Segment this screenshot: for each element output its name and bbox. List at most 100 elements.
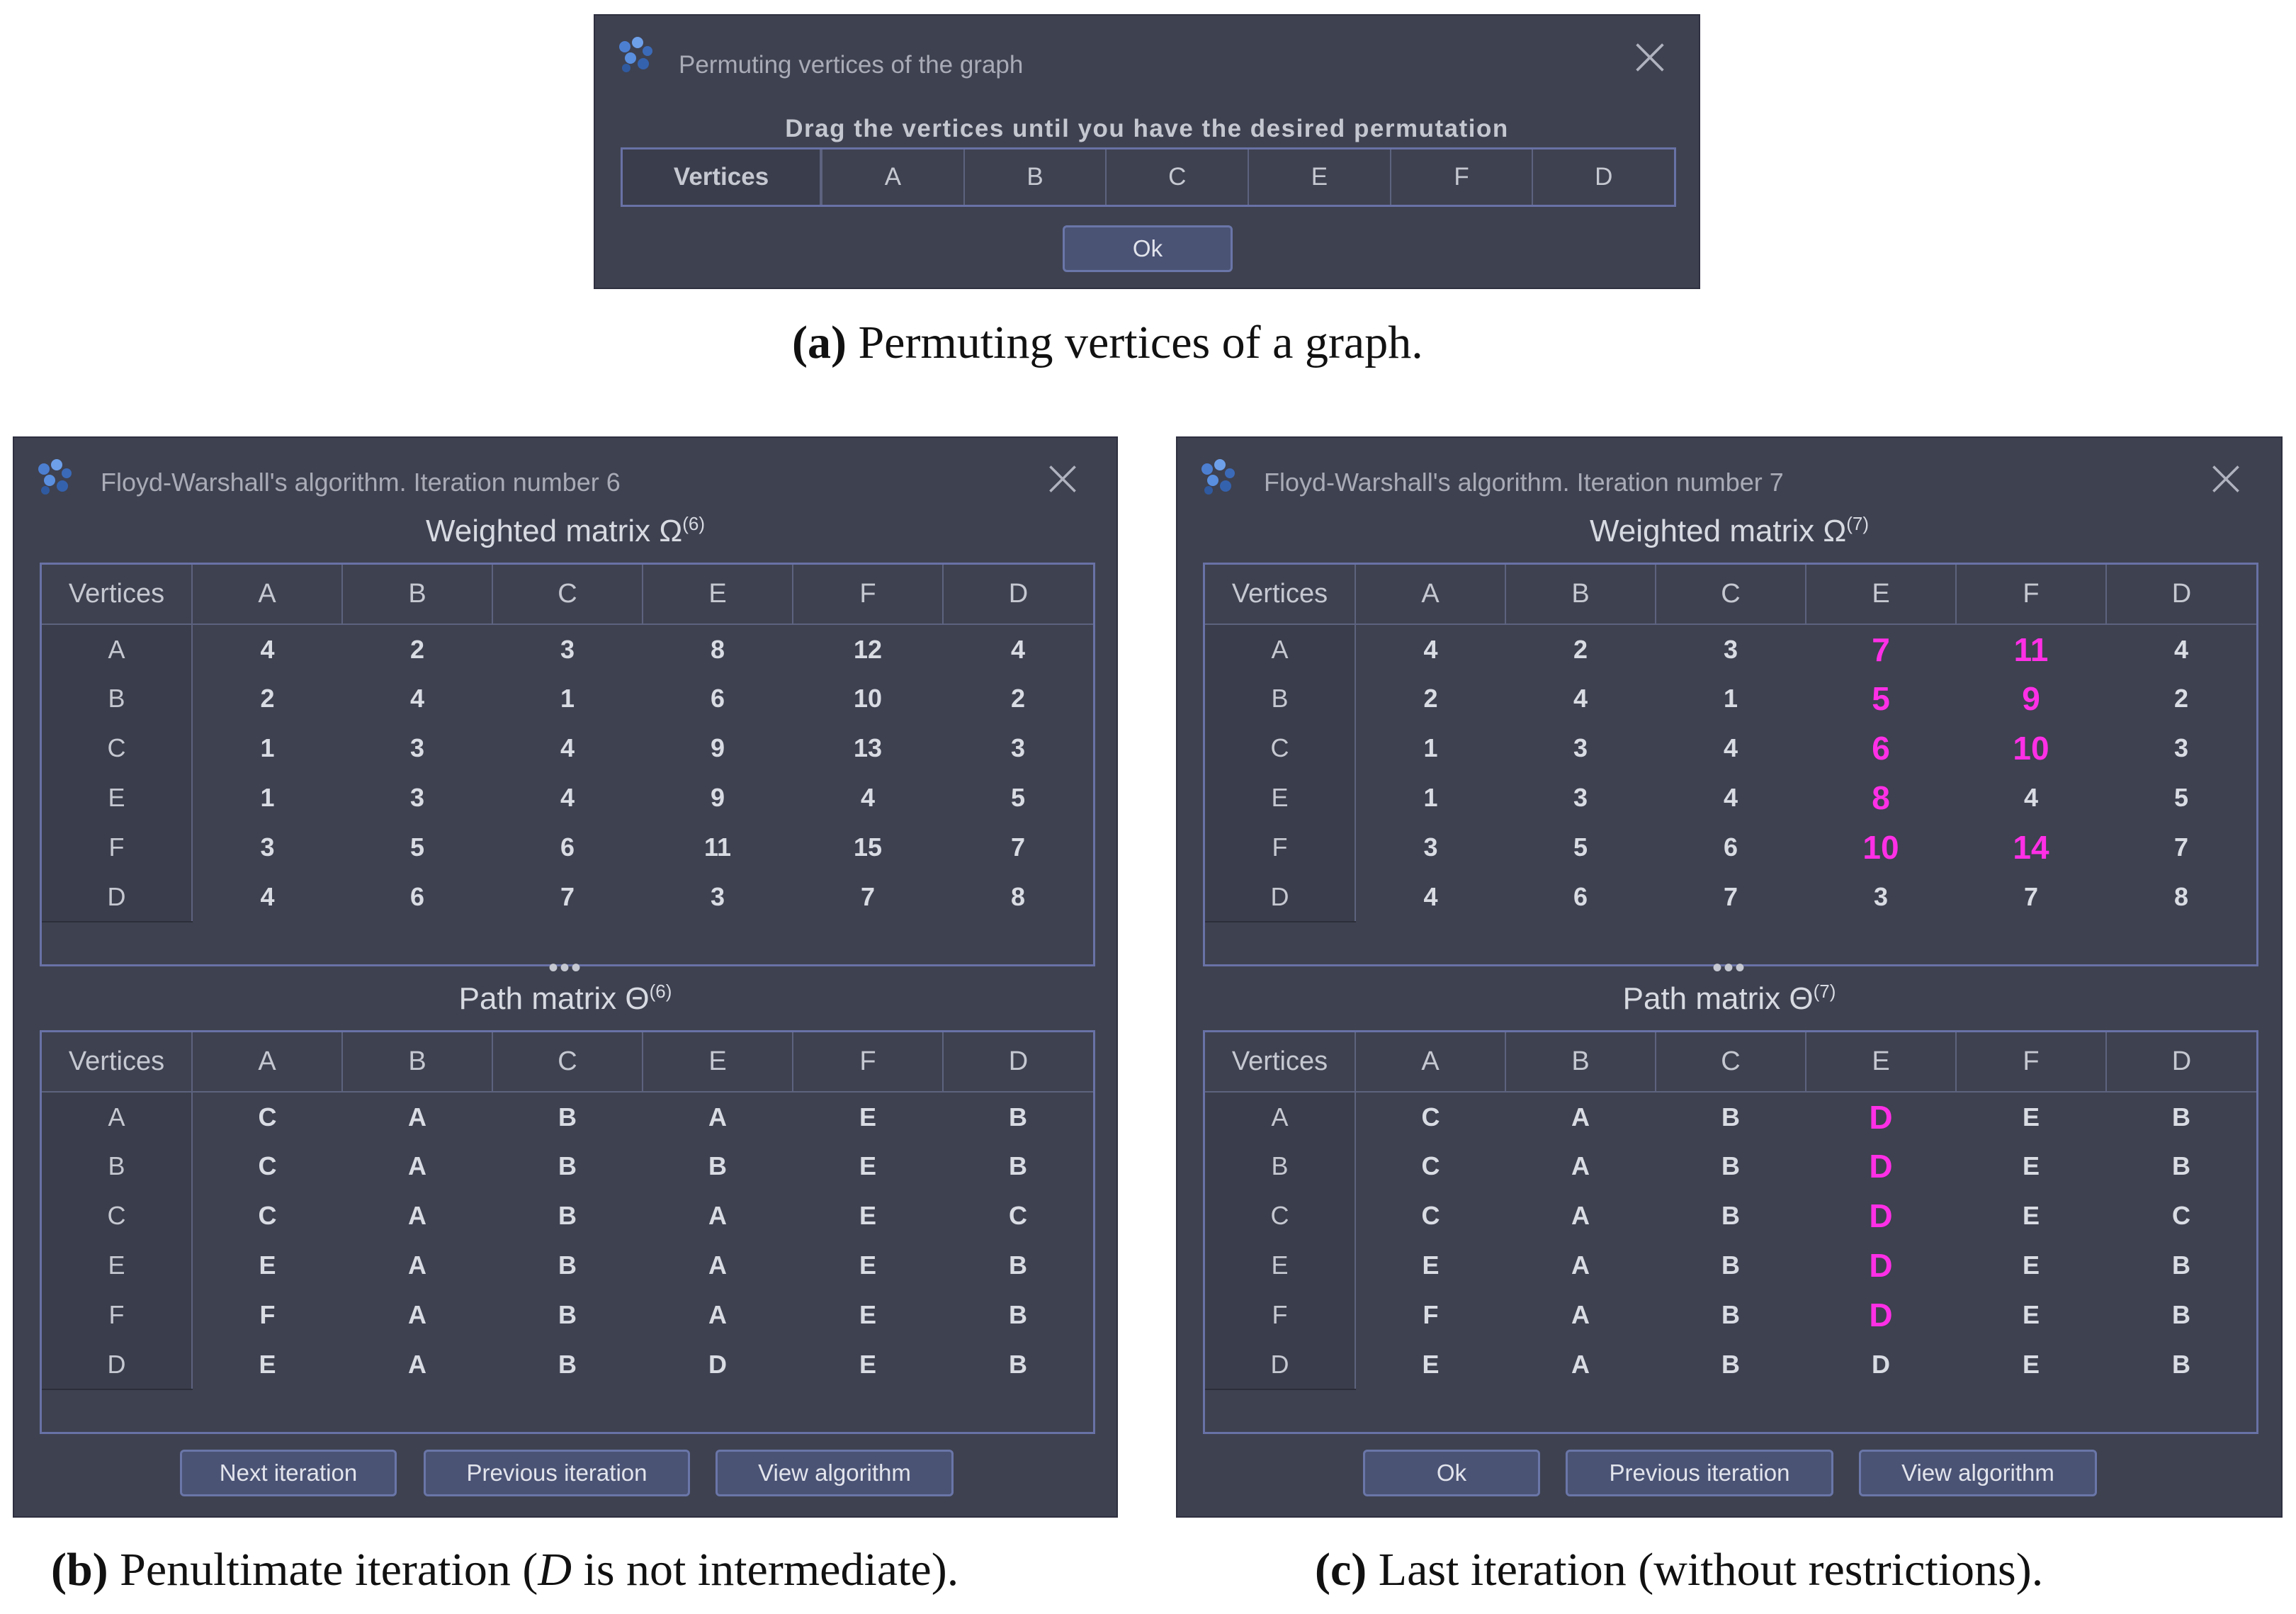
- header-row: Vertices A B C E F D: [42, 565, 1093, 625]
- matrix-cell: E: [859, 1300, 876, 1329]
- matrix-cell: C: [2172, 1201, 2190, 1230]
- matrix-cell: E: [2022, 1300, 2040, 1329]
- app-cube-icon: [1201, 459, 1235, 495]
- splitter-handle[interactable]: •••: [14, 954, 1116, 982]
- matrix-cell: A: [1571, 1151, 1590, 1180]
- matrix-cell: 1: [560, 684, 575, 713]
- path-matrix-table: Vertices A B C E F D A C A B D E B B C A B D E B C C A B D E C E E A B D…: [1203, 1030, 2258, 1434]
- draggable-vertex[interactable]: F: [1389, 149, 1532, 205]
- weighted-matrix-table: Vertices A B C E F D A 4 2 3 7 11 4 B 2 4 1 5 9 2 C 1 3 4 6 10 3 E 1 3…: [1203, 563, 2258, 966]
- iteration-window-7: Floyd-Warshall's algorithm. Iteration nu…: [1176, 436, 2283, 1518]
- matrix-cell: 4: [2023, 783, 2039, 812]
- matrix-cell: E: [859, 1251, 876, 1280]
- matrix-cell: B: [1009, 1102, 1027, 1132]
- column-header: B: [342, 565, 493, 625]
- path-matrix-superscript: (7): [1813, 981, 1836, 1002]
- weighted-matrix-label: Weighted matrix Ω: [1590, 514, 1847, 548]
- matrix-cell: 7: [1723, 882, 1738, 911]
- column-header: E: [1806, 1032, 1957, 1093]
- iteration-window-6: Floyd-Warshall's algorithm. Iteration nu…: [13, 436, 1118, 1518]
- row-header: E: [1205, 1241, 1356, 1290]
- matrix-cell: 3: [1573, 783, 1588, 812]
- matrix-cell: D: [1869, 1197, 1893, 1234]
- close-icon[interactable]: [1047, 463, 1078, 495]
- vertices-header: Vertices: [623, 149, 822, 205]
- column-header: F: [1956, 1032, 2107, 1093]
- ok-button[interactable]: Ok: [1063, 225, 1233, 272]
- table-row: D 4 6 7 3 7 8: [1205, 872, 2256, 922]
- splitter-handle[interactable]: •••: [1177, 954, 2281, 982]
- matrix-cell: B: [1721, 1102, 1740, 1132]
- close-icon[interactable]: [1634, 41, 1666, 74]
- matrix-cell: 2: [260, 684, 275, 713]
- matrix-cell: 3: [409, 733, 425, 762]
- header-row: Vertices A B C E F D: [1205, 565, 2256, 625]
- draggable-vertex[interactable]: A: [821, 149, 963, 205]
- matrix-cell: 4: [1723, 783, 1738, 812]
- matrix-cell: 2: [409, 634, 425, 664]
- caption-label: (a): [792, 317, 847, 368]
- header-row: Vertices A B C E F D: [42, 1032, 1093, 1093]
- matrix-cell: E: [2022, 1201, 2040, 1230]
- matrix-cell: B: [1721, 1201, 1740, 1230]
- draggable-vertex[interactable]: C: [1105, 149, 1248, 205]
- app-cube-icon: [619, 37, 652, 72]
- view-algorithm-button[interactable]: View algorithm: [1859, 1450, 2097, 1496]
- caption-italic: D: [538, 1544, 572, 1596]
- table-row: BCABDEB: [1205, 1141, 2256, 1191]
- matrix-cell: 8: [1010, 882, 1026, 911]
- window-title: Floyd-Warshall's algorithm. Iteration nu…: [1264, 468, 1784, 497]
- table-row: CCABAEC: [42, 1191, 1093, 1241]
- matrix-cell: 3: [1010, 733, 1026, 762]
- title-bar[interactable]: Floyd-Warshall's algorithm. Iteration nu…: [1177, 438, 2281, 512]
- column-header: A: [1355, 1032, 1506, 1093]
- window-title: Floyd-Warshall's algorithm. Iteration nu…: [101, 468, 621, 497]
- row-header: D: [1205, 872, 1356, 922]
- column-header: B: [342, 1032, 493, 1093]
- weighted-matrix-label: Weighted matrix Ω: [426, 514, 683, 548]
- matrix-cell: 2: [1423, 684, 1438, 713]
- next-iteration-button[interactable]: Next iteration: [180, 1450, 397, 1496]
- matrix-cell: A: [1571, 1201, 1590, 1230]
- matrix-cell: 9: [710, 733, 725, 762]
- app-cube-icon: [38, 459, 72, 495]
- matrix-cell: 2: [1573, 634, 1588, 664]
- row-header: E: [42, 773, 193, 823]
- title-bar[interactable]: Permuting vertices of the graph: [595, 16, 1699, 89]
- table-row: C 1 3 4 6 10 3: [1205, 723, 2256, 773]
- close-icon[interactable]: [2210, 463, 2241, 495]
- matrix-cell: E: [859, 1151, 876, 1180]
- matrix-cell: 6: [710, 684, 725, 713]
- matrix-cell: 1: [1423, 783, 1438, 812]
- matrix-cell: 4: [1573, 684, 1588, 713]
- matrix-cell: 6: [1573, 882, 1588, 911]
- row-header: C: [1205, 723, 1356, 773]
- path-matrix-title: Path matrix Θ(6): [14, 981, 1116, 1017]
- matrix-cell: 5: [409, 833, 425, 862]
- table-row: DEABDEB: [42, 1340, 1093, 1390]
- matrix-cell: A: [1571, 1350, 1590, 1379]
- vertices-column-header: Vertices: [1205, 1032, 1356, 1093]
- column-header: C: [1656, 565, 1806, 625]
- matrix-cell: A: [708, 1251, 727, 1280]
- draggable-vertex[interactable]: D: [1532, 149, 1674, 205]
- draggable-vertex[interactable]: E: [1248, 149, 1390, 205]
- table-row: D 4 6 7 3 7 8: [42, 872, 1093, 922]
- matrix-cell: B: [2172, 1350, 2190, 1379]
- column-header: D: [943, 565, 1093, 625]
- view-algorithm-button[interactable]: View algorithm: [716, 1450, 954, 1496]
- matrix-cell: B: [1009, 1251, 1027, 1280]
- title-bar[interactable]: Floyd-Warshall's algorithm. Iteration nu…: [14, 438, 1116, 512]
- previous-iteration-button[interactable]: Previous iteration: [424, 1450, 690, 1496]
- draggable-vertex[interactable]: B: [963, 149, 1106, 205]
- matrix-cell: 7: [860, 882, 876, 911]
- matrix-cell: 6: [409, 882, 425, 911]
- matrix-cell: 5: [1872, 680, 1890, 717]
- previous-iteration-button[interactable]: Previous iteration: [1566, 1450, 1833, 1496]
- table-row: A 4 2 3 7 11 4: [1205, 624, 2256, 674]
- ok-button[interactable]: Ok: [1363, 1450, 1540, 1496]
- matrix-cell: 4: [560, 733, 575, 762]
- row-header: E: [1205, 773, 1356, 823]
- row-header: D: [1205, 1340, 1356, 1390]
- matrix-cell: 11: [2013, 631, 2049, 668]
